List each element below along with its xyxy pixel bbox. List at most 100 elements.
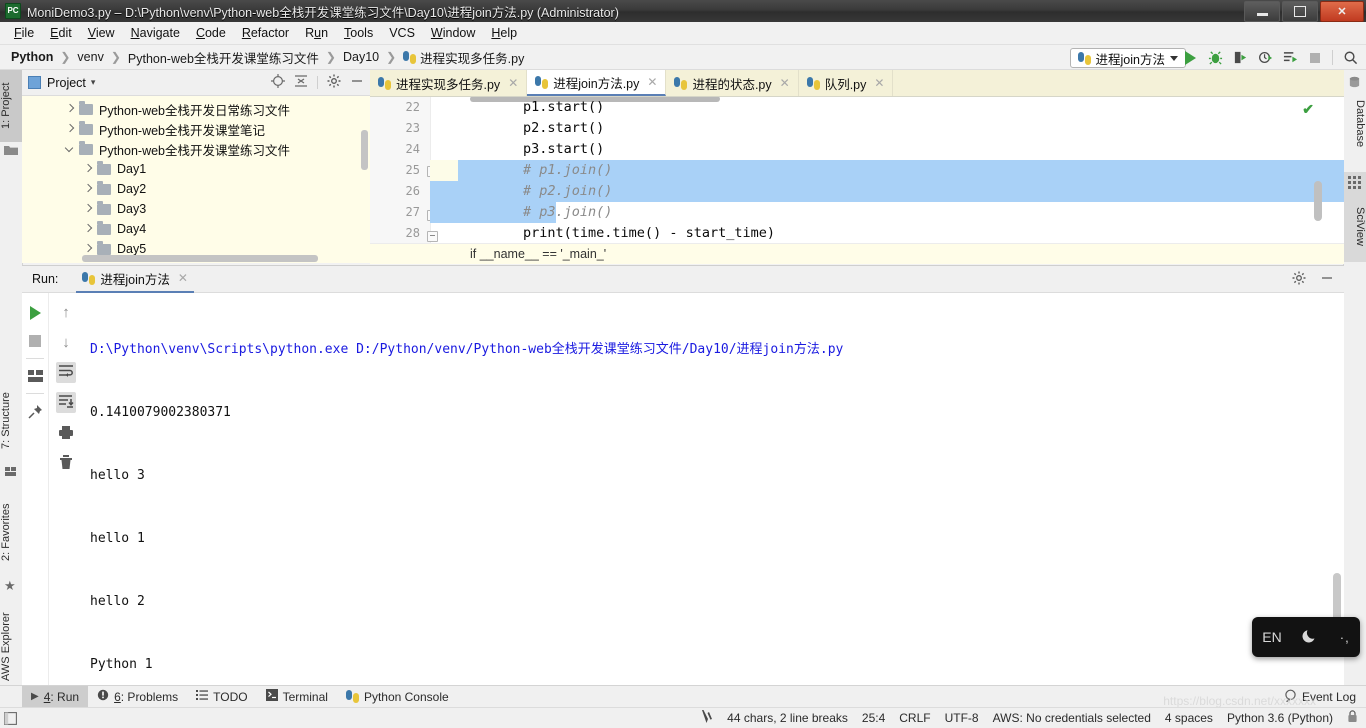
close-icon[interactable]: ✕	[874, 76, 884, 90]
code-line[interactable]: p2.start()	[430, 118, 1344, 139]
status-indent[interactable]: 4 spaces	[1165, 711, 1213, 725]
code-line[interactable]: # p3.join()	[430, 202, 1344, 223]
vcs-icon[interactable]	[701, 709, 713, 727]
tree-item-class-practice[interactable]: Python-web全栈开发课堂练习文件	[22, 139, 370, 159]
bottom-tab-problems[interactable]: 6: Problems	[88, 686, 187, 708]
bottom-tab-todo[interactable]: TODO	[187, 686, 256, 708]
editor-breadcrumb[interactable]: if __name__ == '_main_'	[370, 243, 1344, 264]
lock-icon[interactable]	[1347, 710, 1358, 726]
run-icon[interactable]	[1182, 50, 1198, 66]
project-horizontal-scrollbar[interactable]	[82, 255, 318, 262]
bottom-tab-python-console[interactable]: Python Console	[337, 686, 458, 708]
run-coverage-icon[interactable]	[1232, 50, 1248, 66]
menu-navigate[interactable]: Navigate	[123, 24, 188, 42]
code-line[interactable]: p1.start()	[430, 97, 1344, 118]
status-encoding[interactable]: UTF-8	[945, 711, 979, 725]
tree-item-day1[interactable]: Day1	[22, 159, 370, 179]
tab-进程实现多任务[interactable]: 进程实现多任务.py ✕	[370, 70, 528, 96]
chevron-right-icon[interactable]	[64, 123, 76, 135]
moon-icon[interactable]	[1302, 627, 1319, 647]
menu-help[interactable]: Help	[483, 24, 525, 42]
menu-code[interactable]: Code	[188, 24, 234, 42]
pin-icon[interactable]	[22, 397, 48, 425]
tab-队列[interactable]: 队列.py ✕	[798, 70, 894, 96]
code-editor[interactable]: 22 23 24 25 26 27 28 p1.start() p2.start…	[370, 97, 1344, 264]
menu-tools[interactable]: Tools	[336, 24, 381, 42]
gear-icon[interactable]	[327, 74, 341, 91]
run-tab-进程join方法[interactable]: 进程join方法 ✕	[76, 266, 194, 293]
target-icon[interactable]	[271, 74, 285, 91]
tab-进程的状态[interactable]: 进程的状态.py ✕	[666, 70, 799, 96]
sidebar-item-structure[interactable]: 7: Structure	[0, 380, 22, 462]
layout-icon[interactable]	[22, 362, 48, 390]
chevron-right-icon[interactable]	[82, 223, 94, 235]
menu-run[interactable]: Run	[297, 24, 336, 42]
menu-vcs[interactable]: VCS	[381, 24, 423, 42]
breadcrumb-day10[interactable]: Day10	[340, 50, 382, 64]
close-icon[interactable]: ✕	[647, 75, 657, 89]
sidebar-item-project[interactable]: 1: Project	[0, 70, 22, 142]
debug-icon[interactable]	[1207, 50, 1223, 66]
breadcrumb-venv[interactable]: venv	[74, 50, 106, 64]
code-lines[interactable]: p1.start() p2.start() p3.start() # p1.jo…	[430, 97, 1344, 243]
editor-gutter[interactable]: 22 23 24 25 26 27 28	[370, 97, 431, 243]
status-aws-credentials[interactable]: AWS: No credentials selected	[993, 711, 1151, 725]
run-configuration-selector[interactable]: 进程join方法	[1069, 48, 1186, 68]
punctuation-icon[interactable]: ·,	[1340, 630, 1350, 645]
tab-进程join方法[interactable]: 进程join方法.py ✕	[527, 70, 667, 96]
hide-panel-icon[interactable]	[350, 74, 364, 91]
inspection-status-icon[interactable]: ✔	[1302, 101, 1314, 118]
code-line[interactable]: p3.start()	[430, 139, 1344, 160]
menu-view[interactable]: View	[80, 24, 123, 42]
gear-icon[interactable]	[1292, 271, 1306, 288]
ime-language-label[interactable]: EN	[1262, 629, 1281, 645]
sidebar-item-favorites[interactable]: 2: Favorites	[0, 490, 22, 574]
tree-item-class-notes[interactable]: Python-web全栈开发课堂笔记	[22, 119, 370, 139]
console-output[interactable]: D:\Python\venv\Scripts\python.exe D:/Pyt…	[90, 297, 1326, 685]
layout-icon[interactable]	[0, 708, 20, 728]
event-log-button[interactable]: Event Log	[1284, 689, 1366, 705]
chevron-right-icon[interactable]	[82, 243, 94, 255]
bottom-tab-terminal[interactable]: Terminal	[257, 686, 337, 708]
tree-item-day4[interactable]: Day4	[22, 219, 370, 239]
chevron-right-icon[interactable]	[64, 103, 76, 115]
sidebar-item-aws-explorer[interactable]: AWS Explorer	[0, 600, 22, 694]
hide-panel-icon[interactable]	[1320, 271, 1334, 288]
chevron-down-icon[interactable]	[64, 143, 76, 155]
scroll-to-end-icon[interactable]	[49, 387, 83, 417]
stop-icon[interactable]	[1307, 50, 1323, 66]
chevron-down-icon[interactable]: ▾	[91, 77, 96, 88]
status-interpreter[interactable]: Python 3.6 (Python)	[1227, 711, 1333, 725]
breadcrumb-project-folder[interactable]: Python-web全栈开发课堂练习文件	[125, 48, 322, 67]
close-icon[interactable]: ✕	[780, 76, 790, 90]
close-icon[interactable]: ✕	[508, 76, 518, 90]
down-arrow-icon[interactable]: ↓	[49, 327, 83, 357]
status-caret-position[interactable]: 25:4	[862, 711, 885, 725]
chevron-right-icon[interactable]	[82, 163, 94, 175]
editor-vertical-scrollbar[interactable]	[1314, 181, 1322, 221]
menu-window[interactable]: Window	[423, 24, 483, 42]
maximize-button[interactable]	[1282, 1, 1318, 22]
run-with-console-icon[interactable]	[1282, 50, 1298, 66]
breadcrumb-python[interactable]: Python	[8, 50, 56, 64]
collapse-all-icon[interactable]	[294, 74, 308, 91]
profile-icon[interactable]	[1257, 50, 1273, 66]
menu-refactor[interactable]: Refactor	[234, 24, 297, 42]
chevron-right-icon[interactable]	[82, 203, 94, 215]
breadcrumb-file[interactable]: 进程实现多任务.py	[400, 48, 527, 67]
soft-wrap-icon[interactable]	[49, 357, 83, 387]
up-arrow-icon[interactable]: ↑	[49, 297, 83, 327]
tree-item-day2[interactable]: Day2	[22, 179, 370, 199]
menu-file[interactable]: File	[6, 24, 42, 42]
sidebar-item-database[interactable]: Database	[1344, 92, 1366, 156]
project-tree[interactable]: Python-web全栈开发日常练习文件 Python-web全栈开发课堂笔记 …	[22, 96, 370, 263]
tree-item-day3[interactable]: Day3	[22, 199, 370, 219]
clear-all-icon[interactable]	[49, 447, 83, 477]
project-vertical-scrollbar[interactable]	[361, 130, 368, 170]
tree-item-daily-practice[interactable]: Python-web全栈开发日常练习文件	[22, 99, 370, 119]
bottom-tab-run[interactable]: ▶ 4: Run	[22, 685, 89, 708]
close-icon[interactable]: ✕	[178, 271, 188, 285]
minimize-button[interactable]	[1244, 1, 1280, 22]
code-line[interactable]: print(time.time() - start_time)	[430, 223, 1344, 244]
chevron-right-icon[interactable]	[82, 183, 94, 195]
